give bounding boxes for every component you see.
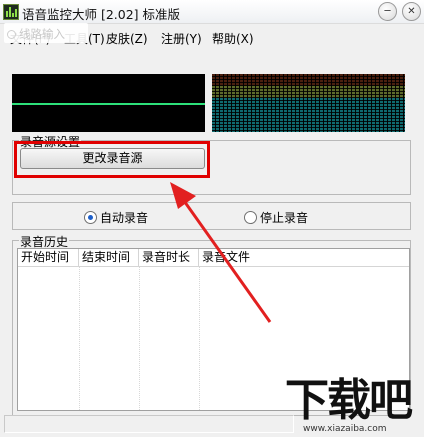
history-list-header: 开始时间 结束时间 录音时长 录音文件	[18, 249, 409, 267]
waveform-trace	[12, 103, 205, 105]
column-duration[interactable]: 录音时长	[139, 249, 199, 267]
radio-selected-icon	[84, 211, 97, 224]
auto-record-label: 自动录音	[100, 211, 149, 225]
menu-item-skin[interactable]: 皮肤(Z)	[106, 30, 148, 47]
column-end-time[interactable]: 结束时间	[79, 249, 139, 267]
title-bar: 语音监控大师 [2.02] 标准版 ─ ✕	[0, 0, 424, 24]
spectrum-display	[212, 74, 405, 132]
watermark-logo: 下载吧	[285, 375, 413, 426]
waveform-display	[12, 74, 205, 132]
highlight-box	[14, 141, 210, 178]
column-start-time[interactable]: 开始时间	[18, 249, 79, 267]
line-input-label: 线路输入	[19, 27, 65, 41]
column-divider	[139, 267, 140, 410]
window-title: 语音监控大师 [2.02] 标准版	[22, 7, 181, 22]
stop-record-radio[interactable]: 停止录音	[244, 209, 308, 226]
stop-record-label: 停止录音	[260, 211, 309, 225]
spectrum-bars	[212, 74, 405, 132]
close-icon: ✕	[407, 6, 416, 17]
auto-record-radio[interactable]: 自动录音	[84, 209, 148, 226]
minimize-icon: ─	[384, 6, 391, 17]
record-mode-group	[12, 202, 411, 230]
watermark-url: www.xiazaiba.com	[303, 424, 387, 434]
column-file[interactable]: 录音文件	[199, 249, 269, 267]
watermark: 下载吧 www.xiazaiba.com	[285, 378, 422, 436]
app-icon	[3, 4, 19, 20]
status-bar	[4, 415, 294, 433]
radio-circle-icon	[7, 30, 16, 39]
menu-item-help[interactable]: 帮助(X)	[212, 30, 254, 47]
column-divider	[79, 267, 80, 410]
menu-item-register[interactable]: 注册(Y)	[161, 30, 202, 47]
radio-unselected-icon	[244, 211, 257, 224]
column-divider	[199, 267, 200, 410]
minimize-button[interactable]: ─	[378, 2, 397, 21]
close-button[interactable]: ✕	[402, 2, 421, 21]
line-input-radio[interactable]: 线路输入	[4, 23, 88, 43]
